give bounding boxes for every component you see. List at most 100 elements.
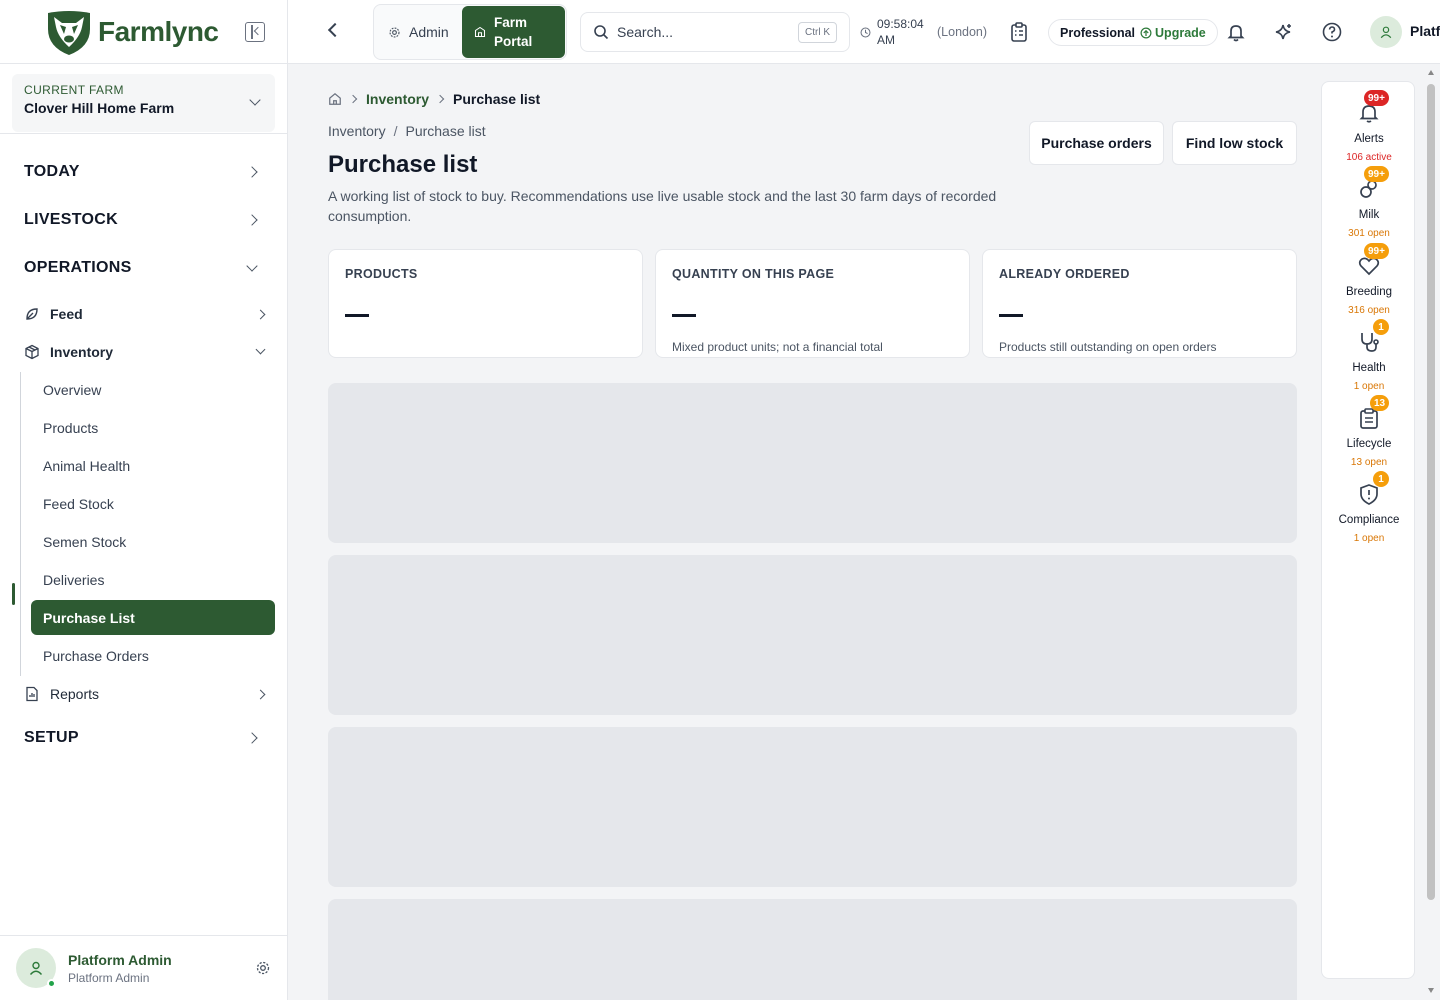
user-name: Platform Admin	[68, 951, 172, 968]
page-breadcrumb: Inventory / Purchase list	[328, 123, 486, 139]
stat-note: Products still outstanding on open order…	[999, 339, 1217, 354]
upgrade-link[interactable]: Upgrade	[1140, 26, 1206, 40]
rail-badge: 99+	[1364, 90, 1389, 106]
rail-badge: 99+	[1364, 166, 1389, 182]
nav-section-label: OPERATIONS	[24, 259, 132, 276]
collapse-sidebar-icon[interactable]	[245, 21, 265, 42]
scroll-up-arrow[interactable]	[1428, 70, 1434, 75]
rail-label: Breeding	[1345, 286, 1393, 298]
rail-badge: 1	[1373, 319, 1389, 335]
nav-subitem-animal-health[interactable]: Animal Health	[31, 448, 275, 483]
stat-card-already-ordered: ALREADY ORDERED Products still outstandi…	[982, 249, 1297, 358]
nav-subitem-purchase-list[interactable]: Purchase List	[31, 600, 275, 635]
nav-section-operations[interactable]: OPERATIONS	[24, 254, 264, 282]
report-icon	[26, 686, 38, 702]
page-title: Purchase list	[328, 151, 478, 178]
nav-item-inventory[interactable]: Inventory	[24, 338, 272, 366]
nav-item-label: Feed	[50, 306, 83, 322]
scrollbar-thumb[interactable]	[1427, 84, 1435, 900]
arrow-up-circle-icon	[1140, 27, 1152, 38]
user-icon	[29, 961, 43, 975]
rail-alerts[interactable]: 99+ Alerts 106 active	[1322, 90, 1416, 172]
nav-section-livestock[interactable]: LIVESTOCK	[24, 206, 264, 234]
rail-count: 106 active	[1346, 152, 1392, 163]
rail-label: Milk	[1358, 209, 1380, 221]
nav-subitem-overview[interactable]: Overview	[31, 372, 275, 407]
admin-tab-label: Admin	[409, 24, 449, 40]
cow-logo-icon	[48, 10, 90, 55]
plan-badge[interactable]: Professional Upgrade	[1048, 19, 1218, 46]
logo-row: Farmlync	[0, 0, 287, 64]
nav-subitem-feed-stock[interactable]: Feed Stock	[31, 486, 275, 521]
search-shortcut: Ctrl K	[798, 21, 837, 43]
breadcrumb-inventory[interactable]: Inventory	[366, 91, 429, 107]
search-icon	[594, 25, 609, 40]
submenu-line	[20, 372, 21, 676]
nav-section-setup[interactable]: SETUP	[24, 724, 264, 752]
clock-icon	[860, 27, 871, 38]
loading-skeleton	[328, 727, 1297, 887]
stat-label: PRODUCTS	[345, 267, 418, 281]
chevron-down-icon	[246, 260, 258, 272]
breadcrumb-current: Purchase list	[453, 91, 541, 107]
plan-name: Professional	[1060, 25, 1136, 40]
page-description: A working list of stock to buy. Recommen…	[328, 188, 997, 224]
stat-card-products: PRODUCTS	[328, 249, 643, 358]
upgrade-label: Upgrade	[1155, 25, 1206, 40]
chevron-down-icon	[255, 344, 266, 355]
nav-subitem-purchase-orders[interactable]: Purchase Orders	[31, 638, 275, 673]
nav-subitem-deliveries[interactable]: Deliveries	[31, 562, 275, 597]
nav-section-today[interactable]: TODAY	[24, 158, 264, 186]
rail-badge: 13	[1370, 395, 1390, 411]
notifications-bell-icon[interactable]	[1226, 22, 1246, 42]
breadcrumb-separator: /	[393, 123, 398, 139]
sparkles-icon[interactable]	[1274, 22, 1294, 42]
nav-subitem-semen-stock[interactable]: Semen Stock	[31, 524, 275, 559]
user-profile[interactable]: Platform Admin Platform Admin	[0, 935, 287, 1000]
farm-portal-label-1: Farm	[494, 15, 528, 30]
settings-icon[interactable]	[255, 960, 271, 976]
rail-health[interactable]: 1 Health 1 open	[1322, 319, 1416, 401]
search-input[interactable]: Search... Ctrl K	[580, 12, 850, 52]
avatar	[16, 948, 56, 988]
rail-lifecycle[interactable]: 13 Lifecycle 13 open	[1322, 395, 1416, 477]
farm-selector[interactable]: CURRENT FARM Clover Hill Home Farm	[12, 74, 275, 132]
rail-count: 1 open	[1353, 533, 1385, 544]
page-breadcrumb-parent[interactable]: Inventory	[328, 123, 386, 139]
nav-item-reports[interactable]: Reports	[24, 680, 272, 708]
farm-portal-tab[interactable]: Farm Portal	[462, 6, 565, 58]
rail-label: Compliance	[1338, 514, 1400, 526]
online-status-dot	[47, 979, 56, 988]
rail-breeding[interactable]: 99+ Breeding 316 open	[1322, 243, 1416, 325]
home-icon[interactable]	[328, 92, 342, 106]
help-icon[interactable]	[1322, 22, 1342, 42]
user-icon	[1380, 26, 1392, 39]
stat-card-quantity: QUANTITY ON THIS PAGE Mixed product unit…	[655, 249, 970, 358]
top-user-name[interactable]: Platf	[1410, 23, 1440, 39]
gear-icon	[389, 26, 400, 38]
rail-badge: 1	[1373, 471, 1389, 487]
loading-skeleton	[328, 899, 1297, 1000]
farm-name: Clover Hill Home Farm	[24, 100, 175, 116]
stat-value-placeholder	[672, 314, 696, 317]
stat-value-placeholder	[345, 314, 369, 317]
nav-item-label: Reports	[50, 686, 100, 702]
nav-section-label: TODAY	[24, 163, 80, 180]
page-breadcrumb-current: Purchase list	[405, 123, 486, 139]
admin-tab[interactable]: Admin	[388, 5, 449, 59]
shield-icon	[1360, 484, 1378, 505]
rail-label: Health	[1352, 362, 1386, 374]
rail-compliance[interactable]: 1 Compliance 1 open	[1322, 471, 1416, 553]
nav-subitem-products[interactable]: Products	[31, 410, 275, 445]
scroll-down-arrow[interactable]	[1428, 988, 1434, 993]
stat-label: QUANTITY ON THIS PAGE	[672, 267, 835, 281]
back-icon[interactable]	[327, 22, 343, 38]
purchase-orders-button[interactable]: Purchase orders	[1029, 121, 1164, 165]
nav-item-feed[interactable]: Feed	[24, 300, 272, 328]
rail-badge: 99+	[1364, 243, 1389, 259]
clipboard-icon[interactable]	[1010, 22, 1028, 42]
find-low-stock-button[interactable]: Find low stock	[1172, 121, 1297, 165]
rail-milk[interactable]: 99+ Milk 301 open	[1322, 166, 1416, 248]
divider	[0, 133, 287, 134]
top-avatar[interactable]	[1370, 16, 1402, 48]
